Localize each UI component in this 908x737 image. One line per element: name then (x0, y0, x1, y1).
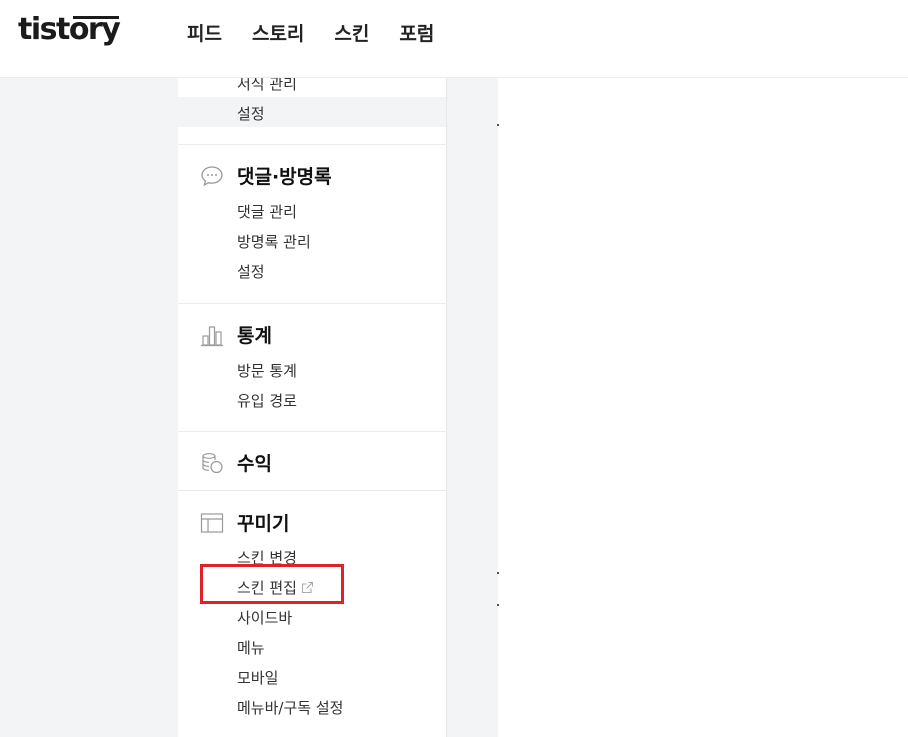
bar-chart-icon (200, 323, 224, 347)
sidebar-item-referrer[interactable]: 유입 경로 (237, 390, 297, 411)
nav-forum[interactable]: 포럼 (399, 19, 434, 46)
nav-feed[interactable]: 피드 (187, 19, 222, 46)
section-divider (178, 490, 446, 491)
layout-icon (200, 511, 224, 535)
section-title: 댓글·방명록 (237, 166, 332, 188)
sidebar-item-visit-stats[interactable]: 방문 통계 (237, 360, 297, 381)
sidebar-item-post-settings[interactable]: 설정 (237, 103, 265, 124)
sidebar-item-format-manage[interactable]: 서식 관리 (237, 78, 297, 94)
nav-story[interactable]: 스토리 (252, 19, 304, 46)
nav-skin[interactable]: 스킨 (334, 19, 369, 46)
section-header-stats[interactable]: 통계 (200, 321, 272, 348)
active-item-background (178, 97, 446, 127)
sidebar-item-mobile[interactable]: 모바일 (237, 667, 278, 688)
section-divider (178, 303, 446, 304)
edge-mark (497, 124, 499, 126)
sidebar-item-menubar-subscribe[interactable]: 메뉴바/구독 설정 (237, 697, 343, 718)
section-divider (178, 144, 446, 145)
section-header-decorate[interactable]: 꾸미기 (200, 509, 289, 536)
sidebar-item-comment-settings[interactable]: 설정 (237, 261, 265, 282)
top-header: tistory 피드 스토리 스킨 포럼 (0, 0, 908, 78)
main-nav: 피드 스토리 스킨 포럼 (187, 19, 434, 46)
sidebar-item-sidebar[interactable]: 사이드바 (237, 607, 292, 628)
section-header-comments[interactable]: 댓글·방명록 (200, 162, 332, 189)
sidebar-item-comment-manage[interactable]: 댓글 관리 (237, 201, 297, 222)
admin-sidebar: 서식 관리 설정 댓글·방명록 댓글 관리 방명록 관리 설정 통계 방문 통계… (178, 78, 446, 737)
section-title: 꾸미기 (237, 513, 290, 535)
section-divider (178, 431, 446, 432)
sidebar-item-guestbook-manage[interactable]: 방명록 관리 (237, 231, 311, 252)
section-title: 수익 (237, 453, 272, 475)
edge-mark (497, 572, 499, 574)
speech-bubble-icon (200, 164, 224, 188)
section-header-revenue[interactable]: 수익 (200, 449, 272, 476)
coins-icon (200, 451, 224, 475)
content-area (446, 78, 498, 737)
edge-mark (497, 604, 499, 606)
section-title: 통계 (237, 325, 272, 347)
sidebar-item-menu[interactable]: 메뉴 (237, 637, 265, 658)
left-background (0, 78, 178, 737)
highlight-annotation-box (200, 564, 344, 604)
logo-accent-bar (73, 16, 119, 19)
